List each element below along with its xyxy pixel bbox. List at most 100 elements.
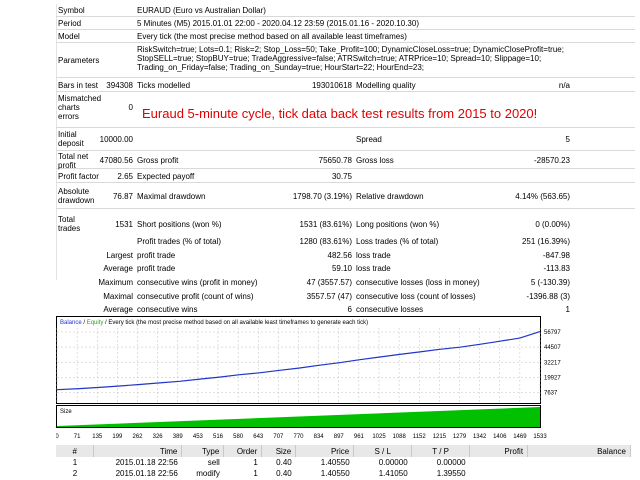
table-row[interactable]: 2 2015.01.18 22:56 modify 1 0.40 1.40550… <box>56 468 631 479</box>
absolute-drawdown-value: 76.87 <box>112 192 133 201</box>
x-tick-label: 135 <box>92 434 103 440</box>
mismatched-label: errors <box>58 112 79 121</box>
ticks-modelled-label: Ticks modelled <box>137 81 191 90</box>
table-row[interactable]: 1 2015.01.18 22:56 sell 1 0.40 1.40550 0… <box>56 457 631 468</box>
modelling-quality-value: n/a <box>558 81 570 90</box>
overlay-caption: Euraud 5-minute cycle, tick data back te… <box>142 106 538 121</box>
x-tick-label: 389 <box>173 434 184 440</box>
maximal-consec-loss-label: consecutive loss (count of losses) <box>356 292 476 301</box>
cell: 1.39550 <box>436 469 466 478</box>
modelling-quality-label: Modelling quality <box>356 81 416 90</box>
long-positions-label: Long positions (won %) <box>356 220 440 229</box>
x-tick-label: 262 <box>132 434 143 440</box>
total-trades-value: 1531 <box>115 220 133 229</box>
bars-in-test-value: 394308 <box>106 81 133 90</box>
profit-trades-value: 1280 (83.61%) <box>299 237 352 246</box>
max-consec-losses-label: consecutive losses (loss in money) <box>356 278 480 287</box>
cell: 1.40550 <box>320 469 350 478</box>
largest-label: Largest <box>106 251 133 260</box>
average-profit-value: 59.10 <box>331 264 352 273</box>
gross-profit-value: 75650.78 <box>318 156 352 165</box>
max-consec-wins-label: consecutive wins (profit in money) <box>137 278 258 287</box>
cell: 0.00000 <box>378 458 408 467</box>
size-label: Size <box>60 409 72 415</box>
model-label: Model <box>58 32 80 41</box>
divider <box>56 182 635 183</box>
col-header: T / P <box>411 445 471 457</box>
cell: 1 <box>253 458 258 467</box>
largest-profit-label: profit trade <box>137 251 176 260</box>
cell: 1 <box>72 458 78 467</box>
divider <box>56 42 635 43</box>
col-header: Type <box>181 445 225 457</box>
expected-payoff-label: Expected payoff <box>137 172 195 181</box>
col-header: Order <box>223 445 263 457</box>
x-tick-label: 1088 <box>392 434 406 440</box>
maximal-consec-loss-value: -1396.88 (3) <box>526 292 570 301</box>
x-tick-label: 897 <box>334 434 345 440</box>
period-label: Period <box>58 19 82 28</box>
maximum-label: Maximum <box>98 278 133 287</box>
y-tick-label: 56797 <box>544 330 561 336</box>
symbol-value: EURAUD (Euro vs Australian Dollar) <box>137 6 266 15</box>
cell: 0.00000 <box>436 458 466 467</box>
largest-loss-label: loss trade <box>356 251 391 260</box>
x-tick-label: 71 <box>74 434 81 440</box>
y-tick-label: 19927 <box>544 375 561 381</box>
x-tick-label: 453 <box>193 434 204 440</box>
cell <box>528 468 631 479</box>
average-profit-label: profit trade <box>137 264 176 273</box>
x-tick-label: 707 <box>273 434 284 440</box>
x-tick-label: 961 <box>354 434 365 440</box>
divider <box>56 208 635 209</box>
x-tick-label: 1406 <box>493 434 507 440</box>
gross-loss-label: Gross loss <box>356 156 394 165</box>
spread-label: Spread <box>356 135 382 144</box>
x-tick-label: 516 <box>213 434 224 440</box>
parameters-line: StopSELL=true; StopBUY=true; TradeAggres… <box>137 54 542 63</box>
divider <box>56 150 635 151</box>
avg-consec-losses-label: consecutive losses <box>356 305 424 314</box>
avg-consec-losses-value: 1 <box>565 305 570 314</box>
legend-description: / Every tick (the most precise method ba… <box>103 320 368 326</box>
trades-table: # Time Type Order Size Price S / L T / P… <box>56 445 631 479</box>
absolute-drawdown-label: drawdown <box>58 196 95 205</box>
cell: 1.40550 <box>320 458 350 467</box>
initial-deposit-value: 10000.00 <box>99 135 133 144</box>
col-header: Balance <box>527 445 631 457</box>
average-loss-label: loss trade <box>356 264 391 273</box>
cell: 0.40 <box>276 469 292 478</box>
y-tick-label: 32217 <box>544 360 561 366</box>
col-header: # <box>56 445 95 457</box>
relative-drawdown-value: 4.14% (563.65) <box>515 192 570 201</box>
x-tick-label: 326 <box>153 434 164 440</box>
x-tick-label: 199 <box>112 434 123 440</box>
profit-factor-value: 2.65 <box>117 172 133 181</box>
y-tick-label: 7637 <box>544 391 558 397</box>
gross-profit-label: Gross profit <box>137 156 179 165</box>
table-header-row: # Time Type Order Size Price S / L T / P… <box>56 445 631 457</box>
x-tick-label: 1215 <box>433 434 447 440</box>
x-tick-label: 1469 <box>513 434 527 440</box>
x-tick-label: 580 <box>233 434 244 440</box>
divider <box>56 91 635 92</box>
loss-trades-value: 251 (16.39%) <box>521 237 570 246</box>
cell: 1 <box>253 469 258 478</box>
legend-equity: Equity <box>87 320 104 326</box>
divider <box>56 168 635 169</box>
short-positions-value: 1531 (83.61%) <box>299 220 352 229</box>
legend-balance: Balance <box>60 320 82 326</box>
mismatched-label: Mismatched <box>58 94 102 103</box>
cell: 0.40 <box>276 458 292 467</box>
period-value: 5 Minutes (M5) 2015.01.01 22:00 - 2020.0… <box>137 19 419 28</box>
x-tick-label: 770 <box>293 434 304 440</box>
parameters-line: Trading_on_Friday=false; Trading_on_Sund… <box>137 63 424 72</box>
x-tick-label: 1152 <box>413 434 427 440</box>
model-value: Every tick (the most precise method base… <box>137 32 407 41</box>
short-positions-label: Short positions (won %) <box>137 220 222 229</box>
profit-trades-label: Profit trades (% of total) <box>137 237 222 246</box>
cell: 1.41050 <box>378 469 408 478</box>
x-tick-label: 834 <box>314 434 325 440</box>
divider <box>56 29 635 30</box>
cell: 2 <box>72 469 78 478</box>
